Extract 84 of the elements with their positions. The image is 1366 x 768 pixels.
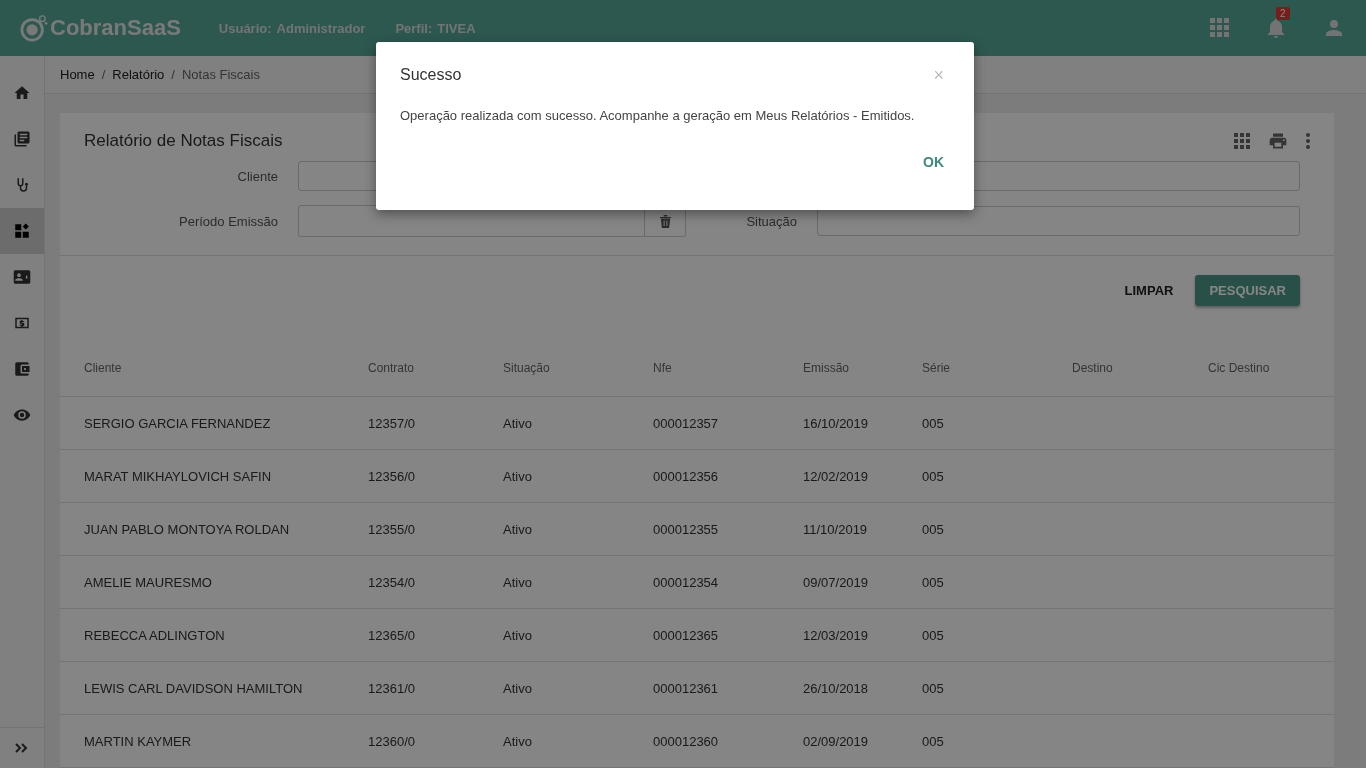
clear-button[interactable]: LIMPAR: [1118, 276, 1180, 304]
table-cell-text: JUAN PABLO MONTOYA ROLDAN: [84, 521, 291, 537]
table-cell-text: 09/07/2019: [803, 574, 870, 590]
column-header[interactable]: Situação: [503, 360, 653, 375]
table-cell-text: 16/10/2019: [803, 415, 870, 431]
table-cell-text: 26/10/2018: [803, 680, 870, 696]
table-cell-text: 005: [922, 521, 945, 537]
table-cell-text: 000012361: [653, 680, 720, 696]
table-cell-text: 005: [922, 574, 945, 590]
dashboard-icon: [13, 222, 31, 240]
table-cell-text: 000012355: [653, 521, 720, 537]
filter-field[interactable]: [817, 206, 1300, 236]
grid-icon[interactable]: [1234, 133, 1250, 149]
table-cell-text: 12357/0: [368, 415, 416, 431]
profile-label: Perfil:: [395, 20, 433, 36]
table-cell-text: MARTIN KAYMER: [84, 733, 193, 749]
table-cell-text: 12361/0: [368, 680, 416, 696]
dialog-message: Operação realizada com sucesso. Acompanhe a geração em Meus Relatórios - Emitidos.: [400, 108, 916, 123]
column-header[interactable]: Série: [922, 360, 1072, 375]
breadcrumb-link[interactable]: Home: [60, 67, 95, 82]
user-label: Usuário:: [218, 20, 272, 36]
profile-name: TIVEA: [437, 20, 476, 36]
trash-icon: [659, 214, 671, 228]
column-header[interactable]: Destino: [1072, 360, 1208, 375]
ok-button[interactable]: OK: [911, 148, 956, 176]
table-cell-text: SERGIO GARCIA FERNANDEZ: [84, 415, 272, 431]
table-cell-text: 000012365: [653, 627, 720, 643]
column-header[interactable]: Emissão: [803, 360, 922, 375]
table-cell-text: 000012356: [653, 468, 720, 484]
expand-chevrons-icon[interactable]: [15, 743, 29, 753]
coin-logo-icon: [20, 14, 48, 42]
table-cell-text: 11/10/2019: [803, 521, 869, 537]
eye-icon: [13, 406, 31, 424]
table-cell-text: 005: [922, 680, 945, 696]
table-cell-text: 12/02/2019: [803, 468, 870, 484]
dialog-title: Sucesso: [400, 66, 462, 84]
table-cell-text: MARAT MIKHAYLOVICH SAFIN: [84, 468, 273, 484]
column-header[interactable]: Cliente: [84, 360, 368, 375]
table-cell-text: 12354/0: [368, 574, 416, 590]
table-cell-text: 12360/0: [368, 733, 416, 749]
table-cell-text: Ativo: [503, 627, 533, 643]
table-cell-text: Ativo: [503, 574, 533, 590]
table-cell-text: AMELIE MAURESMO: [84, 574, 213, 590]
filter-label: Período Emissão: [178, 213, 278, 229]
table-cell-text: Ativo: [503, 468, 533, 484]
print-icon[interactable]: [1268, 131, 1288, 151]
table-cell-text: 005: [922, 415, 945, 431]
filter-label: Situação: [745, 213, 797, 229]
table-cell-text: Ativo: [503, 680, 533, 696]
table-cell-text: Ativo: [503, 415, 533, 431]
table-cell-text: 12/03/2019: [803, 627, 870, 643]
table-cell-text: 000012360: [653, 733, 720, 749]
more-options-icon[interactable]: [1306, 133, 1310, 149]
table-cell-text: 000012357: [653, 415, 720, 431]
table-cell-text: Ativo: [503, 733, 533, 749]
column-header[interactable]: Nfe: [653, 360, 803, 375]
user-name: Administrador: [276, 20, 366, 36]
close-button[interactable]: ×: [927, 64, 950, 86]
table-cell-text: 005: [922, 627, 945, 643]
filter-label: Cliente: [236, 168, 278, 184]
home-icon: [13, 84, 31, 102]
table-cell-text: REBECCA ADLINGTON: [84, 627, 226, 643]
table-cell-text: 12365/0: [368, 627, 416, 643]
wallet-icon: [13, 360, 31, 378]
table-cell-text: Ativo: [503, 521, 533, 537]
documents-icon: [13, 130, 31, 148]
table-cell-text: 005: [922, 468, 945, 484]
breadcrumb-separator: /: [101, 67, 106, 82]
breadcrumb-link[interactable]: Relatório: [112, 67, 165, 82]
table-cell-text: 12355/0: [368, 521, 416, 537]
column-header[interactable]: Cic Destino: [1208, 360, 1334, 375]
card-title: Relatório de Notas Fiscais: [84, 131, 283, 151]
table-cell-text: 000012354: [653, 574, 720, 590]
table-cell-text: 12356/0: [368, 468, 416, 484]
table-cell-text: 02/09/2019: [803, 733, 870, 749]
brand-name: CobranSaaS: [50, 15, 181, 41]
column-header[interactable]: Contrato: [368, 360, 503, 375]
breadcrumb-separator: /: [171, 67, 175, 82]
search-button[interactable]: PESQUISAR: [1195, 274, 1300, 306]
contact-card-icon: [13, 268, 31, 286]
notification-badge: 2: [1276, 7, 1290, 20]
table-cell-text: LEWIS CARL DAVIDSON HAMILTON: [84, 680, 304, 696]
table-cell-text: 005: [922, 733, 945, 749]
sidebar-item[interactable]: [0, 208, 44, 254]
